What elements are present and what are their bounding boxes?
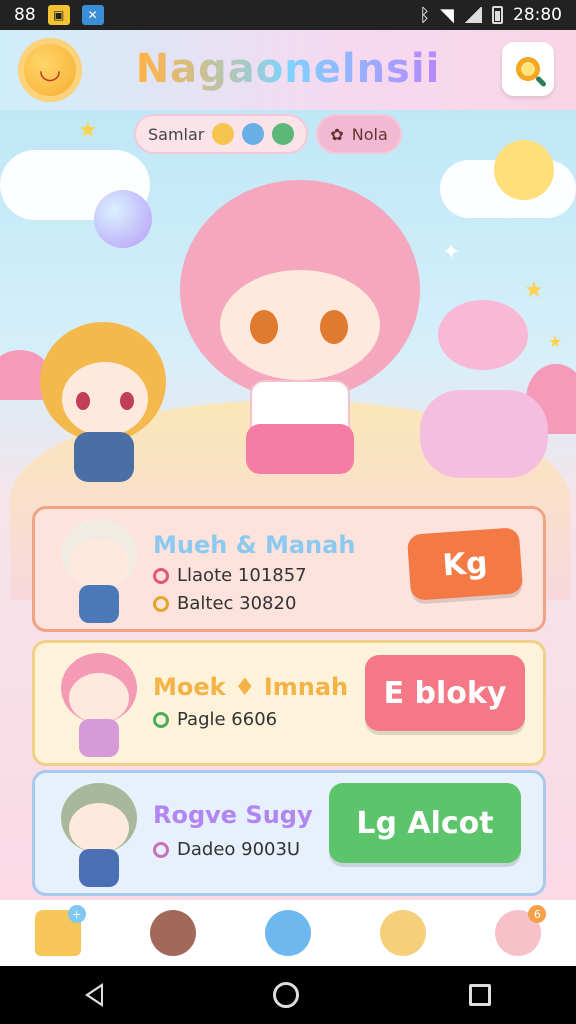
blonde-character-eye bbox=[76, 392, 90, 410]
main-character-eye bbox=[320, 310, 348, 344]
card-info-text: Pagle 6606 bbox=[177, 709, 278, 730]
ribbon-icon: ✿ bbox=[330, 124, 344, 144]
green-face-icon bbox=[272, 123, 295, 145]
card-info-line: Llaote 101857 bbox=[153, 565, 307, 586]
blonde-character-face bbox=[62, 362, 148, 436]
pill-label: Nola bbox=[351, 124, 388, 144]
card-action-button[interactable]: Lg Alcot bbox=[329, 783, 521, 863]
blonde-character-eye bbox=[120, 392, 134, 410]
notification-yellow-icon: ▣ bbox=[47, 5, 70, 25]
card-avatar bbox=[53, 783, 145, 887]
status-bar: 88 ▣ ✕ ᛒ ◥ 28:80 bbox=[0, 0, 576, 30]
star-icon: ★ bbox=[78, 118, 98, 143]
search-button[interactable] bbox=[502, 42, 554, 96]
pink-creature-large[interactable] bbox=[420, 390, 548, 478]
card-info-text: Dadeo 9003U bbox=[177, 839, 301, 860]
card-info-text: Llaote 101857 bbox=[177, 565, 307, 586]
app-header: ◡ Nagaonelnsii bbox=[0, 30, 576, 110]
app-title: Nagaonelnsii bbox=[0, 46, 576, 92]
card-info-line: Pagle 6606 bbox=[153, 709, 277, 730]
character-card-3[interactable]: Rogve Sugy Dadeo 9003U Lg Alcot bbox=[32, 770, 546, 896]
nav-home[interactable]: + bbox=[26, 903, 90, 963]
bottom-navigation: + 6 bbox=[0, 900, 576, 966]
card-avatar-body bbox=[79, 719, 119, 757]
status-time: 28:80 bbox=[513, 5, 562, 25]
sparkle-icon: ✦ bbox=[442, 240, 461, 265]
character-card-1[interactable]: Mueh & Manah Llaote 101857 Baltec 30820 … bbox=[32, 506, 546, 632]
card-avatar-face bbox=[69, 539, 129, 589]
home-icon[interactable] bbox=[273, 982, 299, 1008]
pill-label: Samlar bbox=[148, 124, 205, 144]
main-character-skirt bbox=[246, 424, 354, 474]
sun-decoration bbox=[494, 140, 554, 200]
status-left-text: 88 bbox=[14, 5, 36, 25]
top-pill-row: Samlar ✿ Nola bbox=[134, 114, 402, 154]
card-info-text: Baltec 30820 bbox=[177, 593, 297, 614]
hero-scene: ★ ★ ★ ✦ Samlar ✿ Nola Mueh & Manah Llaot… bbox=[0, 110, 576, 900]
nav-badge: + bbox=[67, 905, 86, 923]
blonde-character-body bbox=[74, 432, 134, 482]
star-icon: ★ bbox=[548, 332, 563, 351]
main-character-eye bbox=[250, 310, 278, 344]
nav-bear[interactable] bbox=[141, 903, 205, 963]
coin-icon bbox=[153, 595, 169, 612]
card-title: Mueh & Manah bbox=[153, 531, 356, 559]
leaf-icon bbox=[153, 711, 169, 728]
pink-creature-small[interactable] bbox=[438, 300, 528, 370]
main-character[interactable] bbox=[170, 180, 430, 490]
system-navigation bbox=[0, 966, 576, 1024]
battery-icon bbox=[492, 6, 503, 24]
nav-badge: 6 bbox=[528, 905, 547, 923]
card-title: Moek ♦ Imnah bbox=[153, 673, 349, 701]
card-info-line: Dadeo 9003U bbox=[153, 839, 300, 860]
blue-creature-icon bbox=[264, 910, 311, 956]
bear-icon bbox=[149, 910, 196, 956]
chick-icon bbox=[380, 910, 427, 956]
search-icon bbox=[516, 57, 540, 81]
card-action-button[interactable]: Kg bbox=[406, 527, 524, 601]
nav-bunny[interactable]: 6 bbox=[486, 903, 550, 963]
bluetooth-icon: ᛒ bbox=[419, 4, 431, 26]
nav-chick[interactable] bbox=[371, 903, 435, 963]
card-action-button[interactable]: E bloky bbox=[365, 655, 525, 731]
pill-nola[interactable]: ✿ Nola bbox=[316, 114, 402, 154]
card-title: Rogve Sugy bbox=[153, 801, 313, 829]
card-info-line: Baltec 30820 bbox=[153, 593, 296, 614]
wifi-icon: ◥ bbox=[440, 4, 454, 26]
recents-icon[interactable] bbox=[469, 984, 491, 1006]
balloon-decoration bbox=[94, 190, 152, 248]
star-icon: ★ bbox=[524, 278, 544, 303]
card-avatar-body bbox=[79, 849, 119, 887]
signal-icon bbox=[464, 7, 482, 23]
character-card-2[interactable]: Moek ♦ Imnah Pagle 6606 E bloky bbox=[32, 640, 546, 766]
notification-blue-icon: ✕ bbox=[81, 5, 104, 25]
blue-face-icon bbox=[242, 123, 265, 145]
blonde-character[interactable] bbox=[40, 322, 170, 492]
pin-icon bbox=[153, 567, 169, 584]
yellow-face-icon bbox=[212, 123, 235, 145]
pill-samlar[interactable]: Samlar bbox=[134, 114, 309, 154]
back-icon[interactable] bbox=[85, 983, 103, 1007]
card-avatar-face bbox=[69, 673, 129, 723]
card-avatar bbox=[53, 519, 145, 623]
card-avatar-body bbox=[79, 585, 119, 623]
card-avatar bbox=[53, 653, 145, 757]
main-character-face bbox=[220, 270, 380, 380]
paw-icon bbox=[153, 841, 169, 858]
nav-blue-creature[interactable] bbox=[256, 903, 320, 963]
card-avatar-face bbox=[69, 803, 129, 853]
